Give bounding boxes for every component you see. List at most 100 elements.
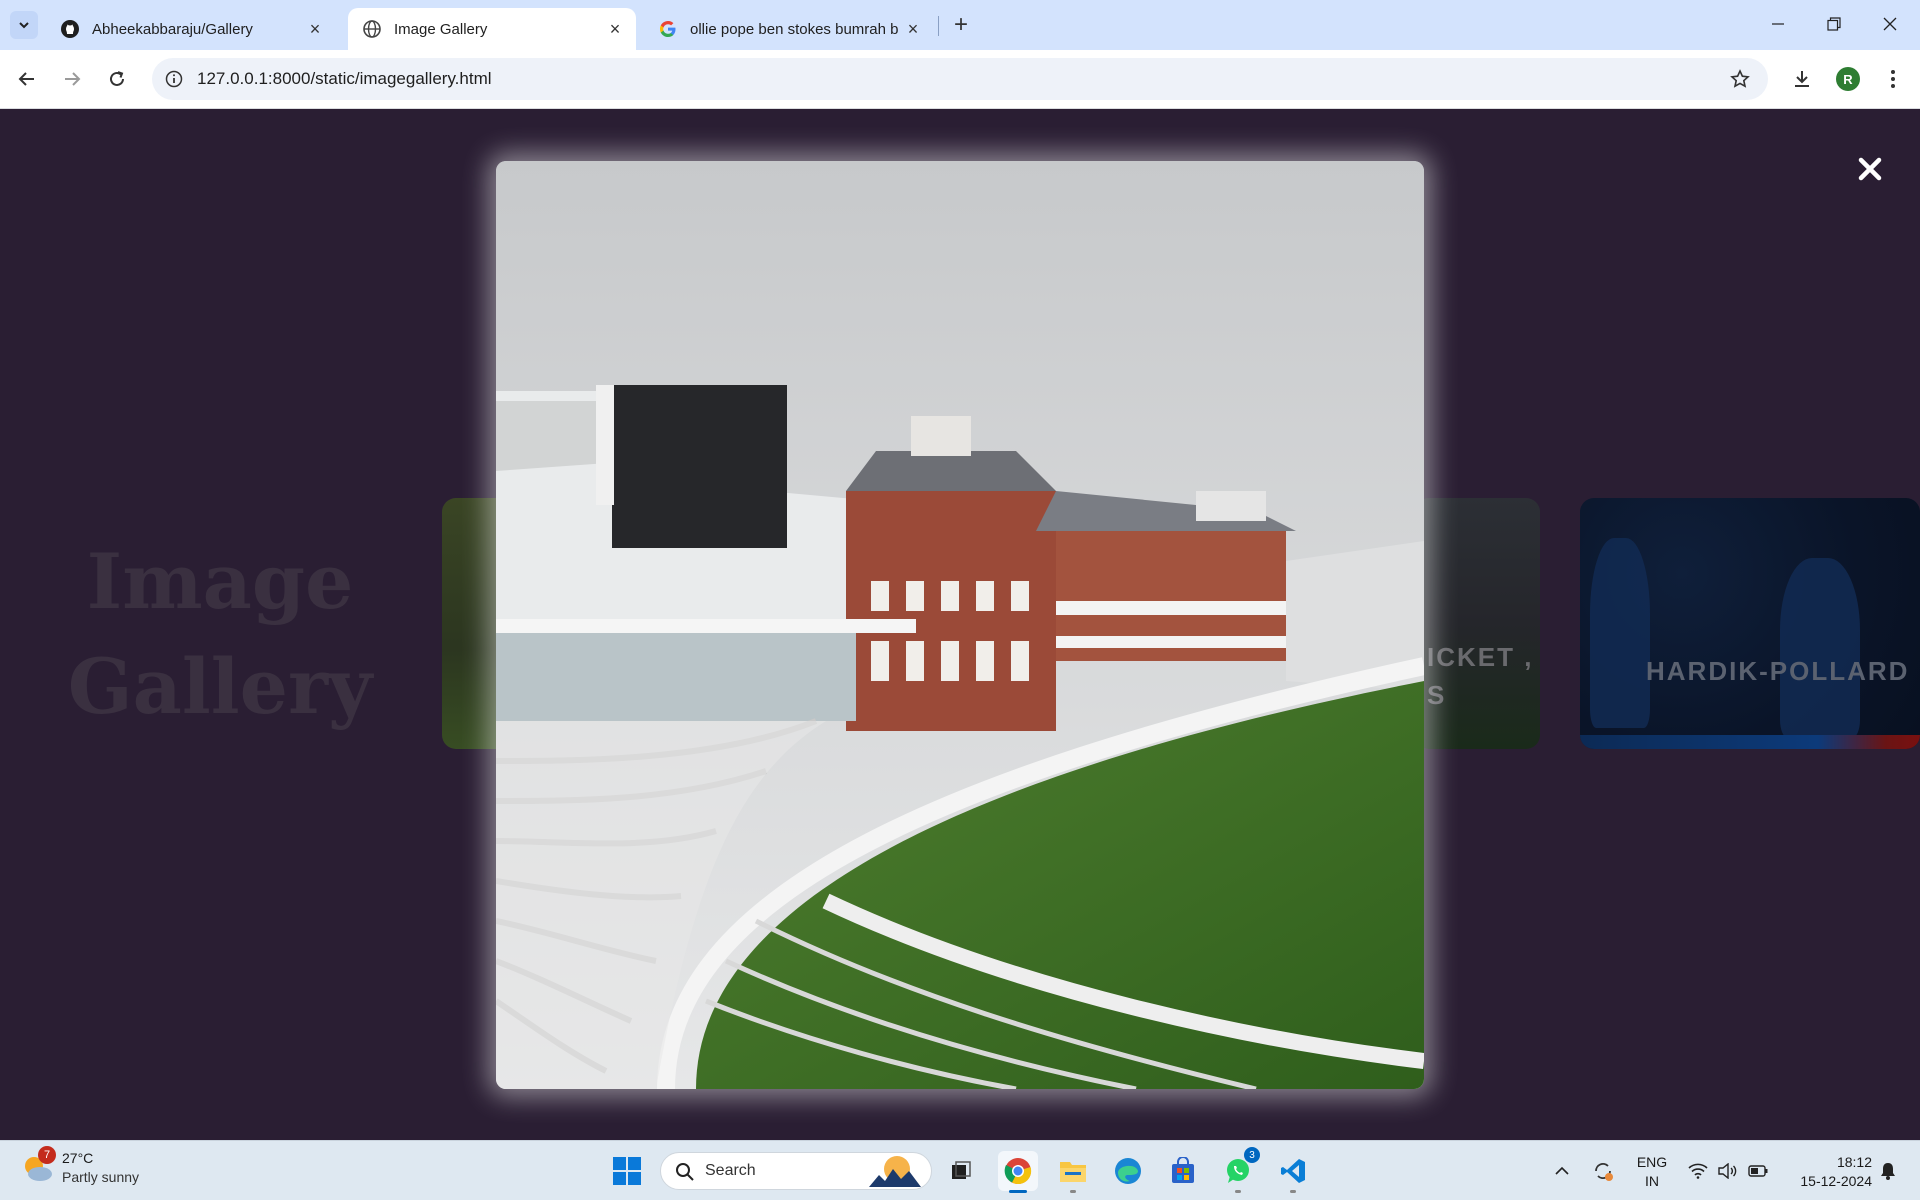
close-tab-icon[interactable]: × bbox=[306, 19, 324, 39]
gallery-card-label-line: S bbox=[1427, 680, 1447, 710]
bell-icon bbox=[1881, 1163, 1895, 1180]
reload-icon bbox=[110, 71, 124, 86]
taskbar-app-chrome[interactable] bbox=[998, 1151, 1038, 1193]
download-icon bbox=[1795, 71, 1809, 87]
profile-button[interactable]: R bbox=[1833, 64, 1863, 94]
bookmark-star-icon[interactable] bbox=[1728, 67, 1752, 91]
clock[interactable]: 18:12 15-12-2024 bbox=[1780, 1153, 1872, 1191]
taskbar: 7 27°C Partly sunny Search 3 ENG IN 18:1… bbox=[0, 1140, 1920, 1200]
forward-button[interactable] bbox=[55, 62, 89, 96]
taskbar-app-edge[interactable] bbox=[1108, 1151, 1148, 1191]
wifi-icon bbox=[1688, 1163, 1708, 1179]
region-code: IN bbox=[1645, 1173, 1659, 1189]
browser-menu-button[interactable] bbox=[1878, 64, 1908, 94]
tab-title: Abheekabbaraju/Gallery bbox=[92, 20, 253, 38]
volume-button[interactable] bbox=[1714, 1141, 1742, 1200]
search-label: Search bbox=[705, 1162, 756, 1179]
gallery-card-label: HARDIK-POLLARD bbox=[1646, 656, 1910, 686]
google-icon bbox=[658, 19, 678, 39]
player-silhouette bbox=[1590, 538, 1650, 728]
tab-google-search[interactable]: ollie pope ben stokes bumrah b × bbox=[644, 8, 934, 50]
restore-button[interactable] bbox=[1806, 0, 1862, 48]
page-title: Image Gallery bbox=[60, 529, 380, 739]
running-indicator bbox=[1290, 1190, 1296, 1193]
taskbar-app-task-view[interactable] bbox=[941, 1151, 981, 1191]
chevron-down-icon bbox=[19, 22, 29, 29]
partly-sunny-icon: 7 bbox=[20, 1146, 56, 1186]
gallery-card-label-line: ICKET , bbox=[1427, 642, 1534, 672]
browser-toolbar: 127.0.0.1:8000/static/imagegallery.html … bbox=[0, 50, 1920, 109]
chrome-icon bbox=[1004, 1158, 1032, 1185]
tab-strip: Abheekabbaraju/Gallery × Image Gallery ×… bbox=[0, 0, 1920, 50]
close-tab-icon[interactable]: × bbox=[904, 19, 922, 39]
more-vertical-icon bbox=[1891, 70, 1895, 88]
search-icon bbox=[676, 1163, 694, 1181]
address-bar[interactable]: 127.0.0.1:8000/static/imagegallery.html bbox=[152, 58, 1768, 100]
clock-date: 15-12-2024 bbox=[1800, 1173, 1872, 1189]
task-view-icon bbox=[952, 1161, 971, 1179]
edge-icon bbox=[1115, 1158, 1141, 1184]
page-title-line-2: Gallery bbox=[67, 642, 373, 731]
show-hidden-icons-button[interactable] bbox=[1550, 1141, 1574, 1200]
notifications-button[interactable] bbox=[1874, 1141, 1902, 1200]
running-indicator bbox=[1235, 1190, 1241, 1193]
downloads-button[interactable] bbox=[1787, 64, 1817, 94]
gallery-card[interactable]: ICKET , S bbox=[1415, 498, 1540, 749]
start-button[interactable] bbox=[607, 1151, 647, 1191]
search-highlight-icon bbox=[869, 1156, 921, 1187]
tab-image-gallery[interactable]: Image Gallery × bbox=[348, 8, 636, 50]
speaker-icon bbox=[1718, 1163, 1737, 1179]
cricket-stadium-photo bbox=[496, 161, 1424, 1089]
sync-tray-button[interactable] bbox=[1588, 1141, 1618, 1200]
weather-widget[interactable]: 7 27°C Partly sunny bbox=[20, 1146, 140, 1187]
url-text[interactable]: 127.0.0.1:8000/static/imagegallery.html bbox=[197, 69, 492, 89]
taskbar-app-whatsapp[interactable]: 3 bbox=[1218, 1147, 1260, 1193]
taskbar-app-file-explorer[interactable] bbox=[1053, 1151, 1093, 1193]
taskbar-app-vscode[interactable] bbox=[1273, 1151, 1313, 1193]
vscode-icon bbox=[1281, 1159, 1305, 1183]
tab-github[interactable]: Abheekabbaraju/Gallery × bbox=[46, 8, 336, 50]
folder-icon bbox=[1060, 1162, 1086, 1182]
sync-icon bbox=[1595, 1163, 1613, 1181]
gallery-card[interactable]: HARDIK-POLLARD bbox=[1580, 498, 1920, 749]
gallery-card-label: ICKET , S bbox=[1427, 638, 1533, 714]
taskbar-search[interactable]: Search bbox=[660, 1152, 932, 1190]
new-tab-button[interactable]: + bbox=[948, 11, 974, 38]
running-indicator bbox=[1070, 1190, 1076, 1193]
page-title-line-1: Image bbox=[86, 537, 354, 626]
close-tab-icon[interactable]: × bbox=[606, 19, 624, 39]
close-icon bbox=[1858, 157, 1882, 181]
card-bottom-strip bbox=[1580, 735, 1920, 749]
battery-button[interactable] bbox=[1744, 1141, 1772, 1200]
minimize-button[interactable] bbox=[1750, 0, 1806, 48]
tab-separator bbox=[938, 16, 939, 36]
close-lightbox-button[interactable] bbox=[1854, 153, 1886, 185]
weather-condition: Partly sunny bbox=[62, 1169, 140, 1185]
arrow-right-icon bbox=[65, 72, 81, 86]
globe-icon bbox=[362, 19, 382, 39]
active-indicator bbox=[1009, 1190, 1027, 1193]
clock-time: 18:12 bbox=[1836, 1154, 1872, 1170]
gallery-page: Image Gallery ICKET , S HARDIK-POLLARD bbox=[0, 109, 1920, 1140]
close-icon bbox=[1883, 17, 1897, 31]
restore-icon bbox=[1827, 17, 1841, 31]
store-icon bbox=[1172, 1157, 1194, 1183]
back-button[interactable] bbox=[10, 62, 44, 96]
notification-badge: 3 bbox=[1244, 1147, 1260, 1163]
language-indicator[interactable]: ENG IN bbox=[1632, 1153, 1672, 1191]
site-info-icon[interactable] bbox=[162, 67, 186, 91]
close-window-button[interactable] bbox=[1862, 0, 1918, 48]
network-button[interactable] bbox=[1684, 1141, 1712, 1200]
player-silhouette bbox=[1780, 558, 1860, 738]
language-code: ENG bbox=[1636, 1154, 1668, 1170]
windows-logo-icon bbox=[613, 1157, 641, 1185]
tab-title: Image Gallery bbox=[394, 20, 488, 38]
taskbar-app-store[interactable] bbox=[1163, 1151, 1203, 1191]
chevron-up-icon bbox=[1555, 1166, 1569, 1175]
reload-button[interactable] bbox=[100, 62, 134, 96]
lightbox-image bbox=[496, 161, 1424, 1089]
tab-search-button[interactable] bbox=[10, 11, 38, 39]
weather-temp: 27°C bbox=[62, 1150, 94, 1166]
battery-icon bbox=[1748, 1165, 1768, 1177]
github-icon bbox=[60, 19, 80, 39]
